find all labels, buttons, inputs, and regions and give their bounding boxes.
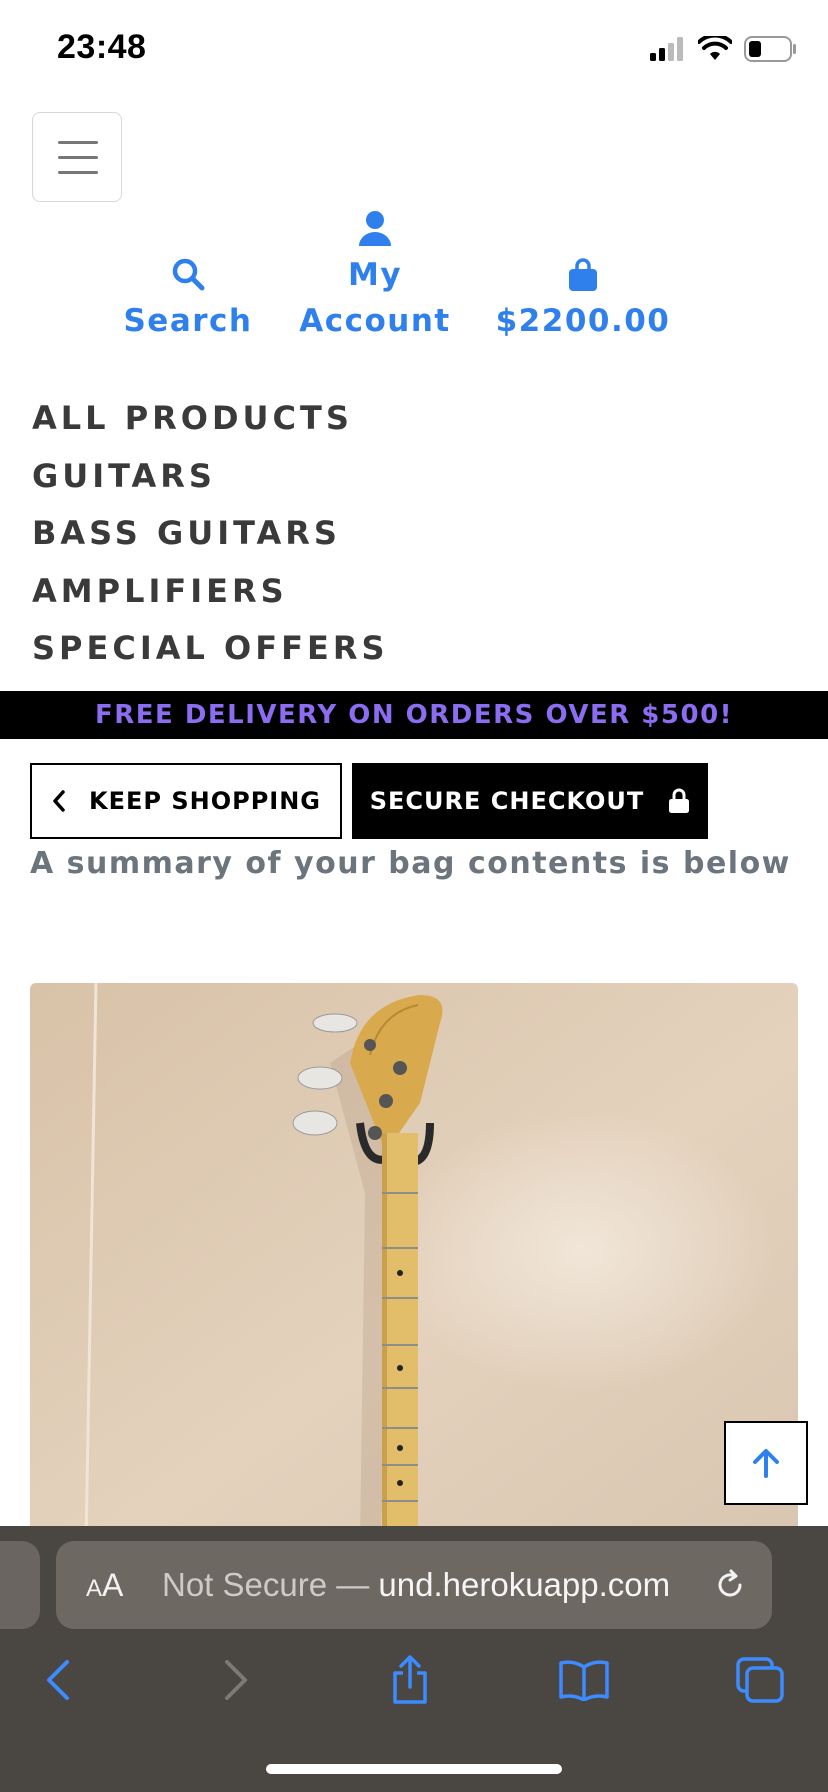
bag-summary-text: A summary of your bag contents is below: [30, 846, 791, 881]
share-button[interactable]: [380, 1650, 440, 1710]
menu-toggle-button[interactable]: [32, 112, 122, 202]
wifi-icon: [698, 36, 732, 60]
arrow-up-icon: [753, 1449, 779, 1478]
url-host: und.herokuapp.com: [378, 1566, 671, 1603]
battery-icon: [744, 36, 796, 62]
keep-shopping-button[interactable]: KEEP SHOPPING: [30, 763, 342, 839]
previous-tab-peek[interactable]: [0, 1541, 40, 1629]
chevron-right-icon: [225, 1660, 247, 1700]
hamburger-line: [58, 156, 98, 159]
hamburger-line: [58, 141, 98, 144]
chevron-left-icon: [47, 1660, 69, 1700]
share-icon: [393, 1655, 427, 1704]
reader-settings-button[interactable]: AAAA: [86, 1541, 123, 1633]
secure-checkout-label: SECURE CHECKOUT: [369, 787, 645, 815]
nav-item-guitars[interactable]: GUITARS: [32, 448, 389, 506]
product-image: [30, 983, 798, 1543]
url-prefix: Not Secure —: [162, 1566, 379, 1603]
nav-item-all-products[interactable]: ALL PRODUCTS: [32, 390, 389, 448]
account-label-line2: Account: [299, 303, 451, 339]
user-icon: [359, 211, 391, 246]
nav-item-bass-guitars[interactable]: BASS GUITARS: [32, 505, 389, 563]
browser-back-button[interactable]: [28, 1650, 88, 1710]
browser-toolbar: [0, 1650, 828, 1710]
lock-icon: [669, 788, 690, 813]
book-icon: [559, 1660, 609, 1701]
keep-shopping-label: KEEP SHOPPING: [89, 787, 321, 815]
nav-item-amplifiers[interactable]: AMPLIFIERS: [32, 563, 389, 621]
tabs-button[interactable]: [730, 1650, 790, 1710]
tabs-icon: [736, 1657, 784, 1703]
nav-item-special-offers[interactable]: SPECIAL OFFERS: [32, 620, 389, 678]
status-time: 23:48: [57, 28, 147, 66]
bag-total: $2200.00: [495, 303, 671, 339]
account-label-line1: My: [347, 257, 403, 293]
chevron-left-icon: [53, 790, 65, 812]
reload-icon[interactable]: [712, 1567, 748, 1603]
status-bar: 23:48: [0, 0, 828, 100]
status-icons: [650, 36, 798, 62]
shopping-bag-icon: [569, 258, 597, 291]
cellular-signal-icon: [650, 37, 683, 61]
shopping-bag-link[interactable]: $2200.00: [478, 258, 688, 344]
search-label: Search: [123, 303, 253, 339]
delivery-banner: FREE DELIVERY ON ORDERS OVER $500!: [0, 691, 828, 739]
hamburger-line: [58, 171, 98, 174]
search-icon: [172, 258, 205, 291]
browser-forward-button[interactable]: [206, 1650, 266, 1710]
search-link[interactable]: Search: [118, 256, 258, 344]
home-indicator: [266, 1764, 562, 1774]
secure-checkout-button[interactable]: SECURE CHECKOUT: [352, 763, 708, 839]
url-text: Not Secure — und.herokuapp.com: [162, 1541, 670, 1629]
back-to-top-button[interactable]: [724, 1421, 808, 1505]
my-account-link[interactable]: My Account: [290, 210, 460, 344]
main-nav: ALL PRODUCTS GUITARS BASS GUITARS AMPLIF…: [32, 390, 389, 678]
bookmarks-button[interactable]: [554, 1650, 614, 1710]
address-bar[interactable]: AAAA Not Secure — und.herokuapp.com: [56, 1541, 772, 1629]
bass-guitar-photo: [30, 983, 798, 1543]
